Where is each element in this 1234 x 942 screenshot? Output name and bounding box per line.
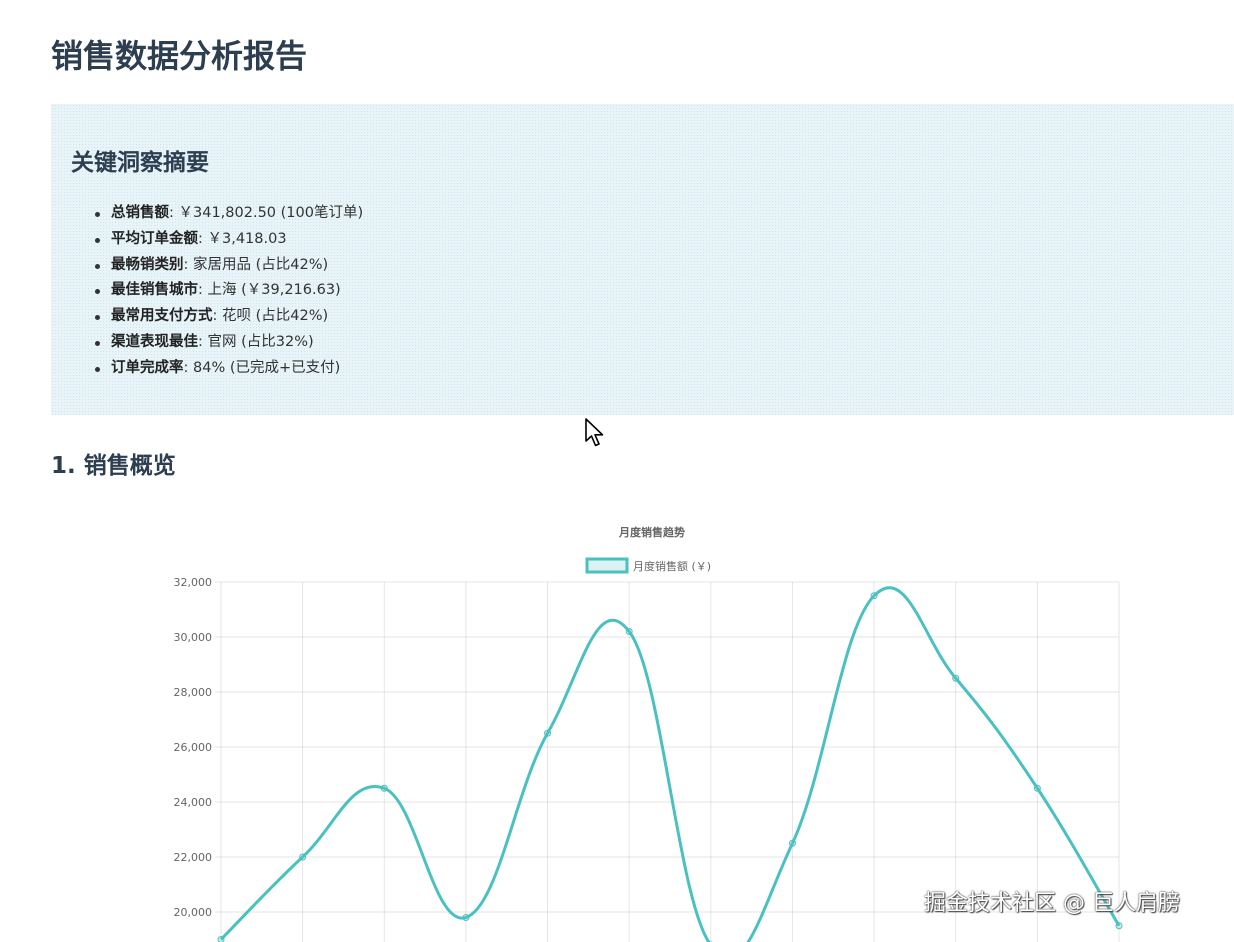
y-tick-label: 28,000 xyxy=(174,686,213,699)
y-tick-label: 20,000 xyxy=(174,906,213,919)
data-point[interactable] xyxy=(870,592,878,600)
watermark: 掘金技术社区 @ 巨人肩膀 xyxy=(924,891,1180,916)
data-point[interactable] xyxy=(625,628,633,635)
data-point[interactable] xyxy=(1033,784,1041,792)
data-point[interactable] xyxy=(217,936,225,942)
legend-swatch xyxy=(585,557,629,574)
data-point[interactable] xyxy=(299,853,307,861)
data-point[interactable] xyxy=(462,914,470,921)
data-point[interactable] xyxy=(380,784,388,792)
data-point[interactable] xyxy=(1115,922,1123,930)
y-tick-label: 32,000 xyxy=(174,576,213,589)
monthly-sales-chart-container: 月度销售趋势 月度销售额 (￥) 32,000 30,000 28,000 26,00… xyxy=(0,0,1234,942)
chart-legend[interactable]: 月度销售额 (￥) xyxy=(585,557,711,574)
y-tick-label: 30,000 xyxy=(174,631,213,644)
data-point[interactable] xyxy=(952,674,960,682)
mouse-cursor-icon xyxy=(585,418,604,447)
legend-label: 月度销售额 (￥) xyxy=(633,559,711,573)
y-tick-label: 24,000 xyxy=(174,796,213,809)
y-tick-label: 22,000 xyxy=(174,851,213,864)
y-axis: 32,000 30,000 28,000 26,000 24,000 22,000 20,0… xyxy=(174,576,213,919)
data-point[interactable] xyxy=(544,729,552,737)
y-tick-label: 26,000 xyxy=(174,741,213,754)
chart-title: 月度销售趋势 xyxy=(618,525,685,539)
monthly-sales-chart[interactable]: 月度销售趋势 月度销售额 (￥) 32,000 30,000 28,000 26,00… xyxy=(0,0,1234,942)
data-point[interactable] xyxy=(788,839,796,847)
